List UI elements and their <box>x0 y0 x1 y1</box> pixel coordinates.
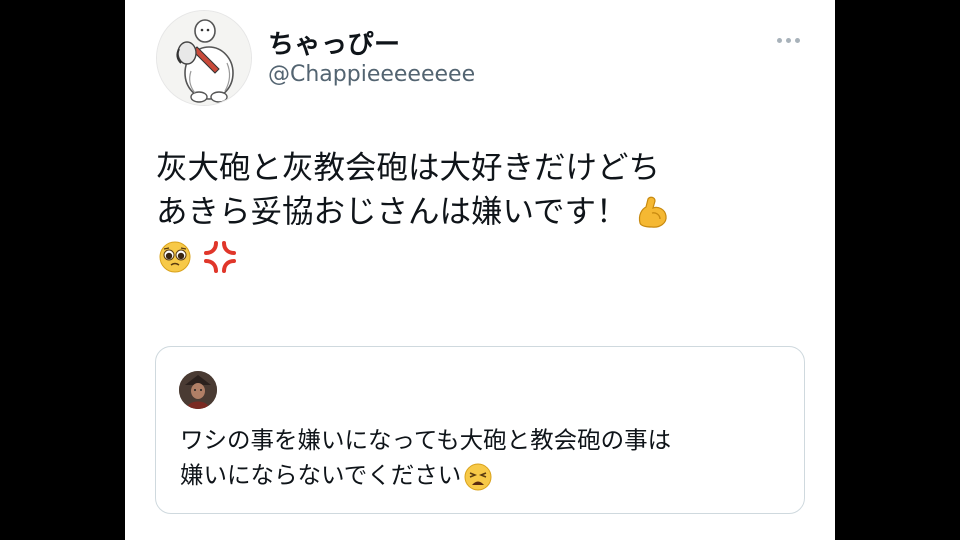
author-avatar[interactable] <box>156 10 252 106</box>
tweet-body: 灰大砲と灰教会砲は大好きだけどち あきら妥協おじさんは嫌いです！ <box>156 146 816 278</box>
weary-face-emoji-icon <box>464 463 492 490</box>
pleading-face-emoji-icon <box>159 241 191 273</box>
tweet-text-line: あきら妥協おじさんは嫌いです！ <box>156 190 816 234</box>
quoted-text-line: 嫌いにならないでください <box>180 458 790 493</box>
more-dots-icon <box>776 37 782 43</box>
quoted-user-avatar[interactable] <box>179 371 217 409</box>
more-dots-icon <box>794 37 800 43</box>
quoted-text-line: ワシの事を嫌いになっても大砲と教会砲の事は <box>180 426 672 454</box>
more-dots-icon <box>785 37 791 43</box>
author-display-name[interactable]: ちゃっぴー <box>268 24 401 61</box>
quoted-tweet-text: ワシの事を嫌いになっても大砲と教会砲の事は 嫌いにならないでください <box>180 423 790 493</box>
flexed-biceps-emoji-icon <box>638 196 667 228</box>
tweet-text-line <box>156 234 816 278</box>
quoted-tweet-card[interactable]: ワシの事を嫌いになっても大砲と教会砲の事は 嫌いにならないでください <box>155 346 805 514</box>
cartoon-character-avatar-icon <box>157 11 251 105</box>
author-handle[interactable]: @Chappieeeeeeee <box>268 62 475 87</box>
more-options-button[interactable] <box>771 34 805 46</box>
anger-symbol-emoji-icon <box>204 241 236 273</box>
quoted-user-avatar-icon <box>179 371 217 409</box>
tweet-panel: ちゃっぴー @Chappieeeeeeee 灰大砲と灰教会砲は大好きだけどち あ… <box>125 0 835 540</box>
tweet-text-line: 灰大砲と灰教会砲は大好きだけどち <box>156 150 661 186</box>
